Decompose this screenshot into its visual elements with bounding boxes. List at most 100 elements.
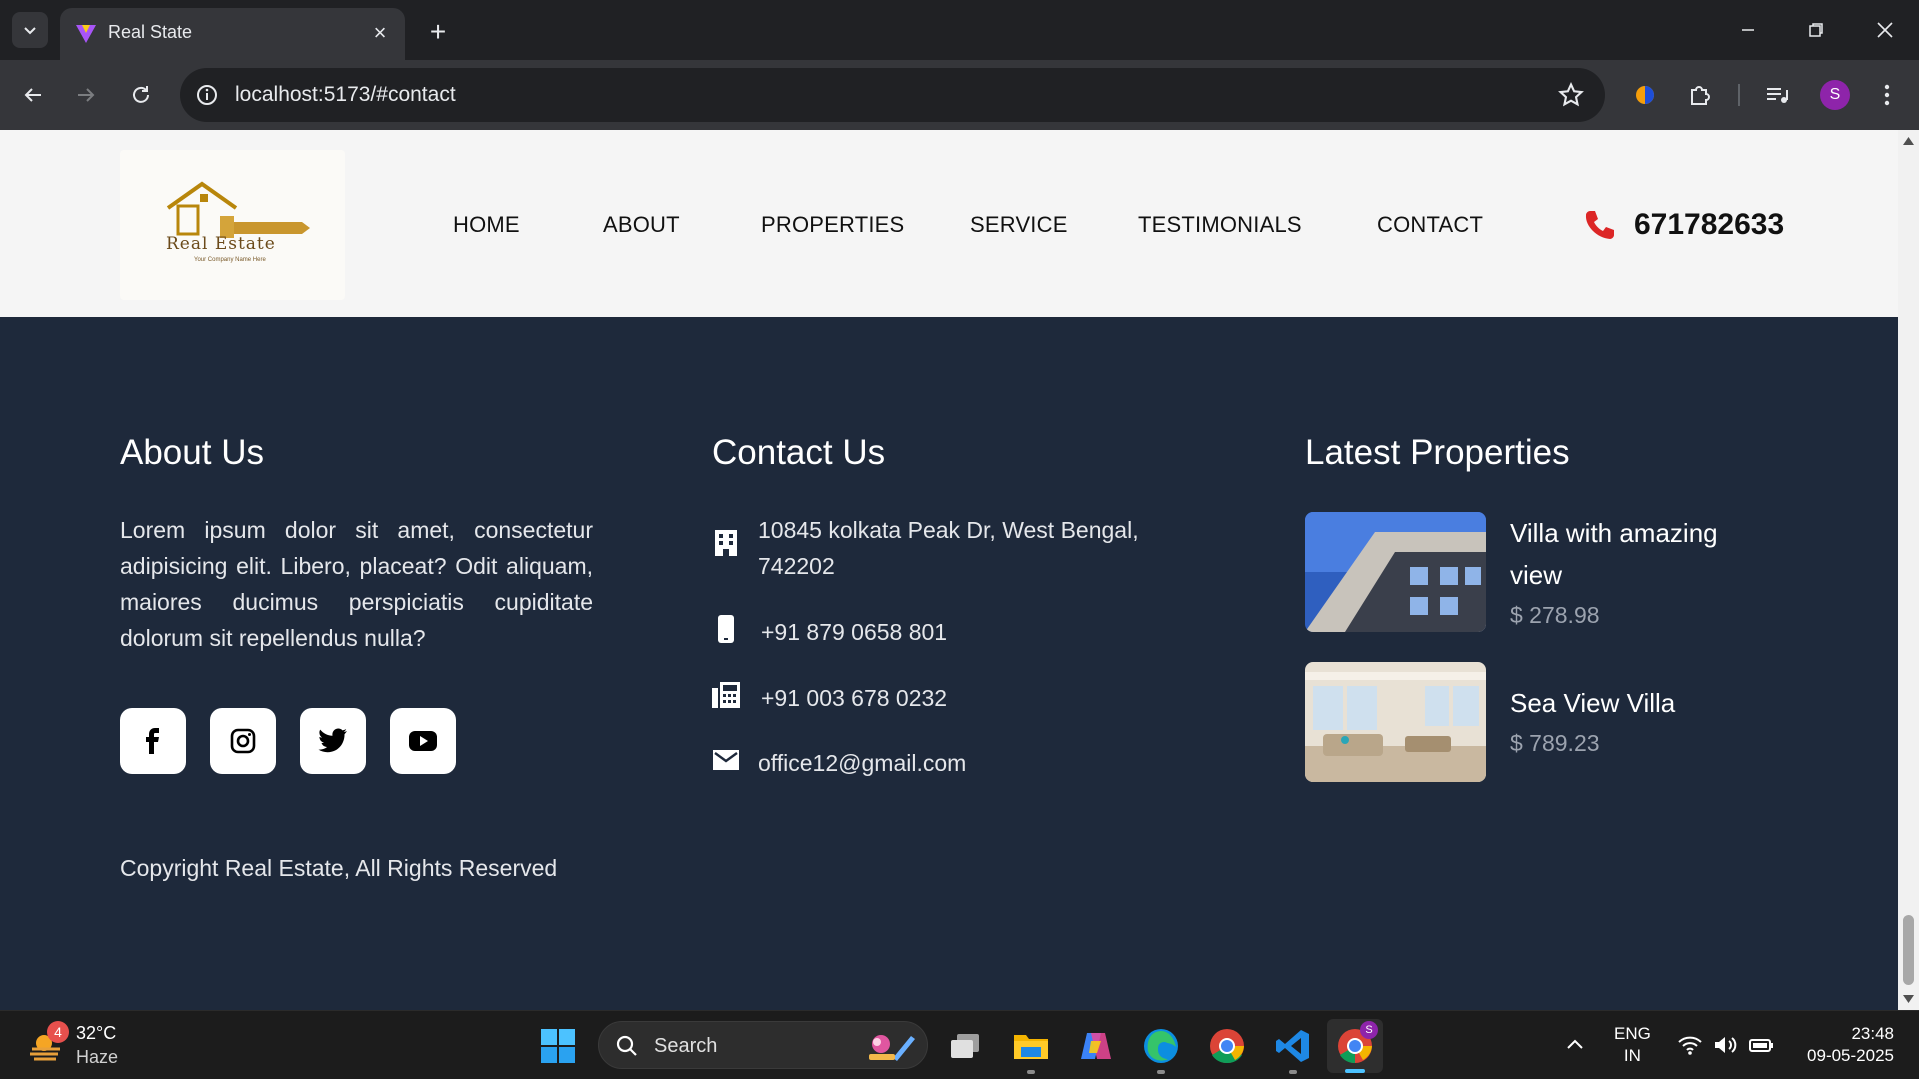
reload-icon [133, 86, 149, 103]
chrome-profile-active-app[interactable]: S [1327, 1019, 1383, 1073]
copilot-icon[interactable] [1075, 1025, 1117, 1067]
minimize-button[interactable] [1720, 8, 1776, 52]
arrow-right-icon [78, 88, 95, 102]
logo-subtext: Your Company Name Here [194, 257, 266, 263]
scrollbar-thumb[interactable] [1903, 915, 1914, 985]
restore-icon [1809, 23, 1823, 37]
chevron-down-icon [24, 27, 36, 35]
contact-us-title: Contact Us [712, 433, 886, 472]
forward-button[interactable] [67, 76, 105, 114]
site-header: Real Estate Your Company Name Here HOME … [0, 130, 1898, 317]
windows-start-icon[interactable] [540, 1028, 576, 1064]
extensions-puzzle-icon[interactable] [1682, 78, 1716, 112]
bookmark-star-icon[interactable] [1557, 81, 1585, 109]
nav-testimonials[interactable]: TESTIMONIALS [1138, 212, 1302, 238]
address-bar[interactable]: localhost:5173/#contact [180, 68, 1605, 122]
task-view-icon[interactable] [944, 1025, 986, 1067]
weather-notification-badge: 4 [47, 1021, 69, 1043]
contact-address: 10845 kolkata Peak Dr, West Bengal, 7422… [758, 517, 1139, 579]
twitter-button[interactable] [300, 708, 366, 774]
property-image[interactable] [1305, 512, 1486, 632]
clock-date: 09-05-2025 [1807, 1046, 1894, 1065]
browser-toolbar: localhost:5173/#contact [0, 60, 1919, 130]
vscode-icon[interactable] [1272, 1025, 1314, 1067]
contact-email[interactable]: office12@gmail.com [758, 745, 966, 781]
tab-close-icon[interactable]: × [367, 20, 393, 46]
weather-description: Haze [76, 1047, 119, 1067]
arrow-left-icon [24, 88, 41, 102]
site-info-icon[interactable] [194, 82, 220, 108]
scroll-up-arrow-icon[interactable] [1902, 136, 1915, 146]
battery-icon[interactable] [1748, 1033, 1774, 1057]
page-viewport: Real Estate Your Company Name Here HOME … [0, 130, 1898, 1010]
facebook-button[interactable] [120, 708, 186, 774]
latest-properties-title: Latest Properties [1305, 433, 1570, 472]
search-label: Search [654, 1035, 718, 1057]
property-price: $ 278.98 [1510, 602, 1600, 628]
region-code: IN [1623, 1046, 1641, 1065]
close-icon [1877, 22, 1893, 38]
chrome-icon[interactable] [1206, 1025, 1248, 1067]
url-text[interactable]: localhost:5173/#contact [235, 83, 456, 107]
system-clock[interactable]: 23:48 09-05-2025 [1807, 1023, 1894, 1067]
restore-button[interactable] [1788, 8, 1844, 52]
app-running-indicator [1289, 1070, 1297, 1074]
fax-icon [711, 680, 741, 710]
about-us-text: Lorem ipsum dolor sit amet, consectetur … [120, 517, 593, 651]
close-window-button[interactable] [1857, 8, 1913, 52]
taskbar-search[interactable]: Search [598, 1021, 928, 1069]
chevron-up-icon[interactable] [1563, 1033, 1587, 1057]
language-indicator[interactable]: ENG IN [1614, 1023, 1651, 1067]
header-phone-number[interactable]: 671782633 [1634, 208, 1784, 242]
back-button[interactable] [14, 76, 52, 114]
wifi-icon[interactable] [1677, 1033, 1703, 1057]
house-key-logo-icon [166, 181, 310, 238]
profile-avatar[interactable]: S [1820, 80, 1850, 110]
nav-service[interactable]: SERVICE [970, 212, 1068, 238]
more-menu-icon[interactable] [1870, 78, 1904, 112]
active-app-indicator [1345, 1069, 1365, 1073]
media-control-icon[interactable] [1760, 78, 1794, 112]
property-name[interactable]: Villa with amazing view [1510, 512, 1750, 596]
instagram-button[interactable] [210, 708, 276, 774]
scroll-down-arrow-icon[interactable] [1902, 994, 1915, 1004]
mobile-icon [711, 614, 741, 644]
vite-favicon-icon [76, 25, 96, 43]
nav-home[interactable]: HOME [453, 212, 520, 238]
edge-browser-icon[interactable] [1140, 1025, 1182, 1067]
property-name[interactable]: Sea View Villa [1510, 682, 1750, 724]
file-explorer-icon[interactable] [1010, 1025, 1052, 1067]
copyright-text: Copyright Real Estate, All Rights Reserv… [120, 855, 558, 881]
nav-properties[interactable]: PROPERTIES [761, 212, 904, 238]
nav-contact[interactable]: CONTACT [1377, 212, 1483, 238]
envelope-icon [711, 745, 741, 775]
contact-phone[interactable]: +91 879 0658 801 [761, 614, 947, 650]
browser-tab-active[interactable]: Real State × [60, 8, 405, 60]
site-logo[interactable]: Real Estate Your Company Name Here [120, 150, 345, 300]
chrome-profile-badge: S [1360, 1021, 1378, 1039]
page-scrollbar[interactable] [1898, 130, 1919, 1010]
extension-theme-icon[interactable] [1628, 78, 1662, 112]
logo-text: Real Estate [166, 234, 276, 254]
tab-search-button[interactable] [12, 12, 48, 48]
new-tab-button[interactable]: + [420, 14, 456, 50]
nav-about[interactable]: ABOUT [603, 212, 680, 238]
property-image[interactable] [1305, 662, 1486, 782]
twitter-icon [318, 728, 347, 753]
youtube-button[interactable] [390, 708, 456, 774]
search-highlight-icon [869, 1035, 915, 1061]
clock-time: 23:48 [1851, 1024, 1894, 1043]
app-running-indicator [1027, 1070, 1035, 1074]
building-icon [711, 528, 741, 558]
toolbar-divider [1738, 84, 1740, 106]
search-icon [616, 1035, 637, 1056]
contact-fax: +91 003 678 0232 [761, 685, 948, 711]
about-us-title: About Us [120, 433, 264, 472]
reload-button[interactable] [122, 76, 160, 114]
youtube-icon [409, 731, 437, 751]
weather-temperature: 32°C [76, 1023, 117, 1043]
windows-taskbar: 4 32°C Haze Search S ENG IN 23:48 09-05-… [0, 1010, 1919, 1079]
tab-title: Real State [108, 22, 193, 42]
language-code: ENG [1614, 1024, 1651, 1043]
volume-icon[interactable] [1712, 1033, 1738, 1057]
